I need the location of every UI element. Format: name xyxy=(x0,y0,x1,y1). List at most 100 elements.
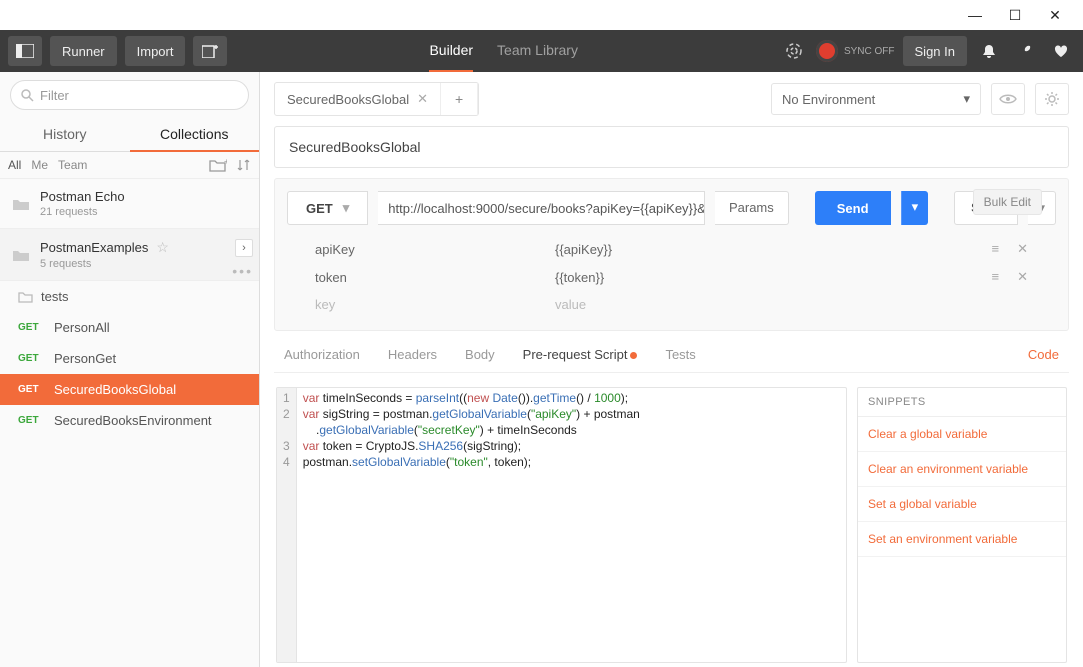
send-dropdown[interactable]: ▾ xyxy=(901,191,929,225)
delete-icon[interactable]: ✕ xyxy=(1017,269,1028,285)
eye-icon xyxy=(999,93,1017,105)
subtab-prerequest[interactable]: Pre-request Script xyxy=(523,347,638,362)
filter-me[interactable]: Me xyxy=(31,158,48,172)
sort-button[interactable] xyxy=(237,158,251,172)
collection-meta: 5 requests xyxy=(40,258,169,270)
search-icon xyxy=(21,89,34,102)
settings-button[interactable] xyxy=(1011,37,1039,65)
sidebar-toggle-button[interactable] xyxy=(8,36,42,66)
sidebar-item-tests[interactable]: tests xyxy=(0,281,259,312)
star-icon[interactable]: ☆ xyxy=(156,239,169,256)
sidebar-item-securedbooksenvironment[interactable]: GET SecuredBooksEnvironment xyxy=(0,405,259,436)
sidebar-tab-collections[interactable]: Collections xyxy=(130,118,260,152)
request-tab[interactable]: SecuredBooksGlobal ✕ xyxy=(275,83,441,115)
filter-team[interactable]: Team xyxy=(58,158,87,172)
collection-postman-echo[interactable]: Postman Echo 21 requests xyxy=(0,179,259,229)
sidebar-item-label: PersonAll xyxy=(54,320,110,335)
subtab-authorization[interactable]: Authorization xyxy=(284,347,360,362)
method-badge: GET xyxy=(18,353,46,364)
environment-select[interactable]: No Environment ▾ xyxy=(771,83,981,115)
method-select[interactable]: GET ▾ xyxy=(287,191,368,225)
sidebar: Filter History Collections All Me Team +… xyxy=(0,72,260,667)
nav-team-library[interactable]: Team Library xyxy=(497,30,578,72)
sidebar-item-personall[interactable]: GET PersonAll xyxy=(0,312,259,343)
nav-builder[interactable]: Builder xyxy=(429,30,473,72)
sidebar-item-label: SecuredBooksEnvironment xyxy=(54,413,212,428)
folder-icon xyxy=(18,291,33,303)
subtab-body[interactable]: Body xyxy=(465,347,495,362)
param-key-placeholder[interactable]: key xyxy=(315,297,535,312)
snippet-item[interactable]: Clear an environment variable xyxy=(858,452,1066,487)
chevron-down-icon: ▾ xyxy=(963,91,970,107)
param-key[interactable]: apiKey xyxy=(315,242,535,257)
sort-icon xyxy=(237,158,251,172)
bell-icon xyxy=(981,43,997,59)
env-settings-button[interactable] xyxy=(1035,83,1069,115)
heart-icon xyxy=(1053,43,1069,59)
sidebar-icon xyxy=(16,44,34,58)
collapse-toggle[interactable]: › xyxy=(235,239,253,257)
bulk-edit-button[interactable]: Bulk Edit xyxy=(973,189,1042,215)
sync-label: SYNC OFF xyxy=(844,46,895,57)
window-titlebar: — ☐ ✕ xyxy=(0,0,1083,30)
sidebar-item-personget[interactable]: GET PersonGet xyxy=(0,343,259,374)
window-maximize-button[interactable]: ☐ xyxy=(995,7,1035,24)
subtab-tests[interactable]: Tests xyxy=(665,347,695,362)
snippets-panel: SNIPPETS Clear a global variable Clear a… xyxy=(857,387,1067,663)
params-button[interactable]: Params xyxy=(715,191,789,225)
collection-postman-examples[interactable]: PostmanExamples ☆ 5 requests › ••• xyxy=(0,229,259,281)
param-value[interactable]: {{token}} xyxy=(555,270,775,285)
collection-menu-button[interactable]: ••• xyxy=(232,263,253,279)
main-content: SecuredBooksGlobal ✕ + No Environment ▾ … xyxy=(260,72,1083,667)
sidebar-item-securedbooksglobal[interactable]: GET SecuredBooksGlobal xyxy=(0,374,259,405)
import-button[interactable]: Import xyxy=(125,36,186,66)
new-window-icon xyxy=(202,44,218,58)
drag-handle-icon[interactable]: ≡ xyxy=(992,269,1000,285)
app-toolbar: Runner Import Builder Team Library SYNC … xyxy=(0,30,1083,72)
delete-icon[interactable]: ✕ xyxy=(1017,241,1028,257)
filter-all[interactable]: All xyxy=(8,158,21,172)
editor-code[interactable]: var timeInSeconds = parseInt((new Date()… xyxy=(297,388,646,662)
snippet-item[interactable]: Set an environment variable xyxy=(858,522,1066,557)
runner-button[interactable]: Runner xyxy=(50,36,117,66)
filter-input[interactable]: Filter xyxy=(10,80,249,110)
wrench-icon xyxy=(1017,43,1033,59)
method-label: GET xyxy=(306,201,333,216)
collection-name: PostmanExamples xyxy=(40,240,148,255)
close-icon[interactable]: ✕ xyxy=(417,91,428,107)
env-quicklook-button[interactable] xyxy=(991,83,1025,115)
code-link[interactable]: Code xyxy=(1028,347,1059,362)
param-row: token {{token}} ≡ ✕ xyxy=(315,263,1028,291)
script-editor[interactable]: i 12 34 var timeInSeconds = parseInt((ne… xyxy=(276,387,847,663)
window-minimize-button[interactable]: — xyxy=(955,7,995,23)
param-key[interactable]: token xyxy=(315,270,535,285)
snippet-item[interactable]: Clear a global variable xyxy=(858,417,1066,452)
sync-status[interactable]: SYNC OFF xyxy=(816,40,895,62)
sign-in-button[interactable]: Sign In xyxy=(903,36,967,66)
snippet-item[interactable]: Set a global variable xyxy=(858,487,1066,522)
new-tab-button[interactable]: + xyxy=(441,83,478,115)
filter-placeholder: Filter xyxy=(40,88,69,103)
collection-name: Postman Echo xyxy=(40,189,125,204)
interceptor-button[interactable] xyxy=(780,37,808,65)
param-value[interactable]: {{apiKey}} xyxy=(555,242,775,257)
folder-icon xyxy=(12,248,30,262)
send-button[interactable]: Send xyxy=(815,191,891,225)
new-collection-button[interactable]: + xyxy=(209,158,227,172)
heart-button[interactable] xyxy=(1047,37,1075,65)
satellite-icon xyxy=(785,42,803,60)
notifications-button[interactable] xyxy=(975,37,1003,65)
folder-plus-icon: + xyxy=(209,158,227,172)
subtab-headers[interactable]: Headers xyxy=(388,347,437,362)
gear-icon xyxy=(1044,91,1060,107)
sidebar-item-label: SecuredBooksGlobal xyxy=(54,382,176,397)
url-input[interactable]: http://localhost:9000/secure/books?apiKe… xyxy=(378,191,705,225)
tab-label: SecuredBooksGlobal xyxy=(287,92,409,107)
window-close-button[interactable]: ✕ xyxy=(1035,7,1075,24)
request-name[interactable]: SecuredBooksGlobal xyxy=(274,126,1069,168)
request-tabs: SecuredBooksGlobal ✕ + xyxy=(274,82,479,116)
sidebar-tab-history[interactable]: History xyxy=(0,118,130,151)
drag-handle-icon[interactable]: ≡ xyxy=(992,241,1000,257)
new-window-button[interactable] xyxy=(193,36,227,66)
param-value-placeholder[interactable]: value xyxy=(555,297,775,312)
